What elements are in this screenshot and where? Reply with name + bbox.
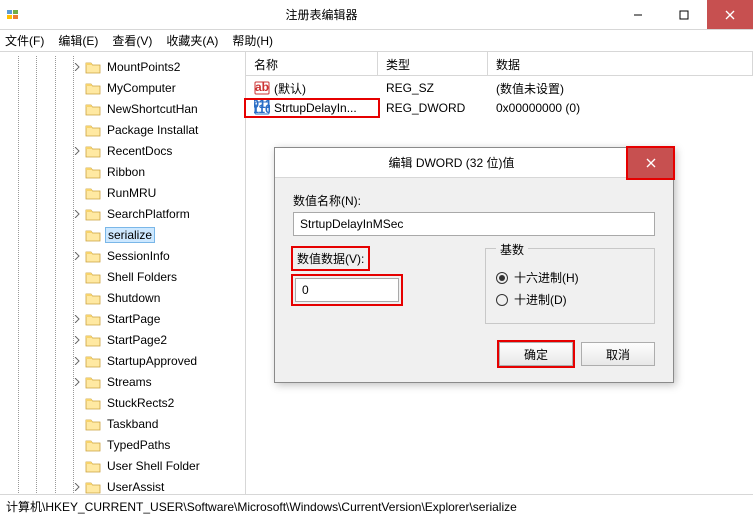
folder-icon <box>85 375 101 389</box>
content-area: MountPoints2 MyComputer NewShortcutHan Pack… <box>0 52 753 494</box>
tree-item-label: Ribbon <box>106 165 146 179</box>
app-icon <box>6 7 22 23</box>
list-header: 名称 类型 数据 <box>246 52 753 76</box>
tree-item-label: StartPage <box>106 312 161 326</box>
folder-icon <box>85 438 101 452</box>
folder-icon <box>85 165 101 179</box>
radio-dec-label: 十进制(D) <box>514 291 567 308</box>
string-value-icon: ab <box>254 80 270 96</box>
folder-icon <box>85 270 101 284</box>
value-name: (默认) <box>274 80 306 97</box>
tree-item-label: RecentDocs <box>106 144 173 158</box>
radio-hex[interactable]: 十六进制(H) <box>496 269 644 286</box>
window-titlebar: 注册表编辑器 <box>0 0 753 30</box>
header-data[interactable]: 数据 <box>488 52 753 75</box>
dword-value-icon: 011110 <box>254 100 270 116</box>
dialog-title: 编辑 DWORD (32 位)值 <box>275 154 628 171</box>
value-name-label: 数值名称(N): <box>293 192 655 209</box>
tree-item-label: SessionInfo <box>106 249 171 263</box>
tree-item-label: RunMRU <box>106 186 157 200</box>
list-row[interactable]: ab (默认) REG_SZ(数值未设置) <box>246 78 753 98</box>
base-fieldset: 基数 十六进制(H) 十进制(D) <box>485 248 655 324</box>
tree-item-label: Taskband <box>106 417 159 431</box>
tree-item-label: UserAssist <box>106 480 165 494</box>
folder-icon <box>85 102 101 116</box>
list-body: ab (默认) REG_SZ(数值未设置) 011110 StrtupDelayIn..… <box>246 76 753 120</box>
folder-icon <box>85 354 101 368</box>
folder-icon <box>85 207 101 221</box>
folder-icon <box>85 60 101 74</box>
value-name-input[interactable] <box>293 212 655 236</box>
window-title: 注册表编辑器 <box>28 6 615 23</box>
value-data-label: 数值数据(V): <box>293 248 368 269</box>
tree-item-label: Shell Folders <box>106 270 178 284</box>
tree-item-label: Streams <box>106 375 153 389</box>
tree-item-label: MyComputer <box>106 81 177 95</box>
radio-hex-icon <box>496 272 508 284</box>
tree-item-label: TypedPaths <box>106 438 171 452</box>
value-data: (数值未设置) <box>488 80 753 97</box>
edit-dword-dialog: 编辑 DWORD (32 位)值 数值名称(N): 数值数据(V): 基数 <box>274 147 674 383</box>
window-buttons <box>615 0 753 29</box>
folder-icon <box>85 480 101 494</box>
menu-favorites[interactable]: 收藏夹(A) <box>166 32 218 49</box>
folder-icon <box>85 144 101 158</box>
value-data-input[interactable] <box>295 278 399 302</box>
folder-icon <box>85 417 101 431</box>
statusbar: 计算机\HKEY_CURRENT_USER\Software\Microsoft… <box>0 494 753 516</box>
menu-help[interactable]: 帮助(H) <box>232 32 273 49</box>
folder-icon <box>85 228 101 242</box>
registry-tree[interactable]: MountPoints2 MyComputer NewShortcutHan Pack… <box>0 52 246 494</box>
tree-item-label: StuckRects2 <box>106 396 175 410</box>
base-legend: 基数 <box>496 241 528 258</box>
radio-hex-label: 十六进制(H) <box>514 269 579 286</box>
menu-file[interactable]: 文件(F) <box>5 32 44 49</box>
close-button[interactable] <box>707 0 753 29</box>
header-type[interactable]: 类型 <box>378 52 488 75</box>
menu-edit[interactable]: 编辑(E) <box>58 32 98 49</box>
cancel-button[interactable]: 取消 <box>581 342 655 366</box>
folder-icon <box>85 123 101 137</box>
value-data: 0x00000000 (0) <box>488 101 753 115</box>
folder-icon <box>85 186 101 200</box>
tree-item-label: User Shell Folder <box>106 459 201 473</box>
value-list-pane: 名称 类型 数据 ab (默认) REG_SZ(数值未设置) 011110 Strtup… <box>246 52 753 494</box>
tree-item-label: Package Installat <box>106 123 199 137</box>
dialog-body: 数值名称(N): 数值数据(V): 基数 十六进制(H) <box>275 178 673 382</box>
value-type: REG_DWORD <box>378 101 488 115</box>
folder-icon <box>85 81 101 95</box>
value-name: StrtupDelayIn... <box>274 101 357 115</box>
folder-icon <box>85 249 101 263</box>
folder-icon <box>85 396 101 410</box>
tree-item-label: SearchPlatform <box>106 207 191 221</box>
dialog-close-button[interactable] <box>628 148 673 178</box>
menu-view[interactable]: 查看(V) <box>112 32 152 49</box>
tree-item-label: StartPage2 <box>106 333 168 347</box>
folder-icon <box>85 291 101 305</box>
folder-icon <box>85 459 101 473</box>
dialog-titlebar: 编辑 DWORD (32 位)值 <box>275 148 673 178</box>
tree-item-label: NewShortcutHan <box>106 102 199 116</box>
header-name[interactable]: 名称 <box>246 52 378 75</box>
tree-item-label: StartupApproved <box>106 354 198 368</box>
value-type: REG_SZ <box>378 81 488 95</box>
minimize-button[interactable] <box>615 0 661 29</box>
svg-text:ab: ab <box>255 80 269 94</box>
menubar: 文件(F) 编辑(E) 查看(V) 收藏夹(A) 帮助(H) <box>0 30 753 52</box>
tree-item-label: MountPoints2 <box>106 60 181 74</box>
list-row[interactable]: 011110 StrtupDelayIn... REG_DWORD0x0000000… <box>246 98 753 118</box>
folder-icon <box>85 333 101 347</box>
svg-text:110: 110 <box>254 102 270 116</box>
maximize-button[interactable] <box>661 0 707 29</box>
folder-icon <box>85 312 101 326</box>
radio-dec[interactable]: 十进制(D) <box>496 291 644 308</box>
tree-item-label: Shutdown <box>106 291 161 305</box>
tree-item-label: serialize <box>106 228 154 242</box>
ok-button[interactable]: 确定 <box>499 342 573 366</box>
radio-dec-icon <box>496 294 508 306</box>
